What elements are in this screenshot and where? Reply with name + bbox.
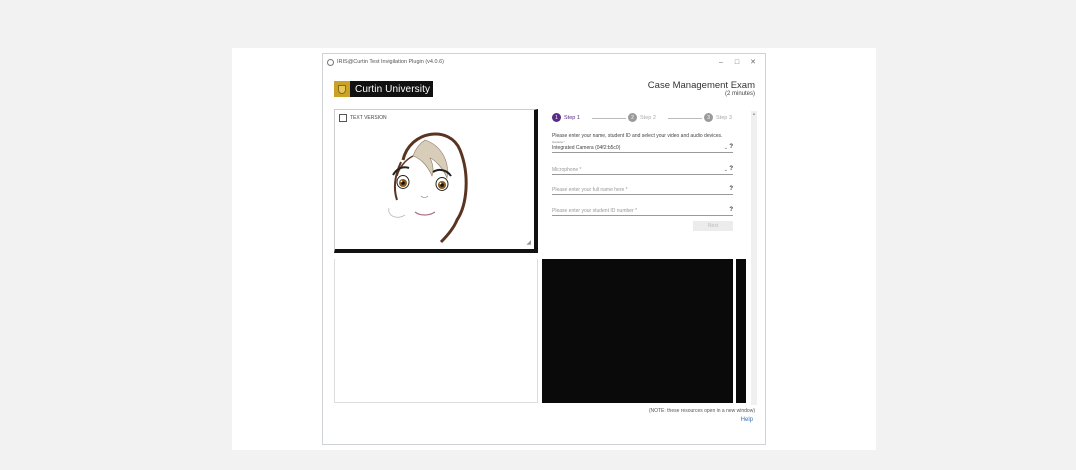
step-connector — [668, 118, 702, 119]
step-connector — [592, 118, 626, 119]
step-3-label: Step 3 — [716, 114, 732, 121]
text-version-checkbox[interactable] — [339, 114, 347, 122]
camera-label: Camera * — [552, 140, 565, 144]
microphone-placeholder: Microphone * — [552, 167, 582, 173]
full-name-help-icon[interactable]: ? — [729, 186, 733, 192]
app-icon — [327, 58, 334, 66]
form-scrollbar[interactable]: ▲ — [751, 111, 757, 405]
camera-help-icon[interactable]: ? — [729, 144, 733, 150]
logo-text: Curtin University — [355, 83, 431, 95]
exam-header: Curtin University Case Management Exam (… — [323, 70, 765, 106]
crest-icon — [334, 81, 350, 97]
help-link[interactable]: Help — [741, 417, 753, 423]
minimize-button[interactable]: – — [713, 59, 729, 66]
university-logo: Curtin University — [334, 81, 433, 97]
scroll-up-icon[interactable]: ▲ — [751, 111, 757, 117]
student-id-help-icon[interactable]: ? — [729, 207, 733, 213]
close-button[interactable]: ✕ — [745, 58, 761, 66]
title-bar: IRIS@Curtin Test Invigilation Plugin (v4… — [323, 54, 765, 70]
exam-duration: (2 minutes) — [724, 91, 755, 97]
next-button[interactable]: Next — [693, 221, 733, 231]
step-2-number: 2 — [628, 113, 637, 122]
student-id-placeholder: Please enter your student ID number * — [552, 208, 638, 214]
webcam-preview-strip — [736, 259, 746, 403]
step-1: 1 Step 1 — [552, 113, 580, 122]
full-name-placeholder: Please enter your full name here * — [552, 187, 628, 193]
camera-select[interactable]: Camera * Integrated Camera (04f2:b5c0) ⌄… — [552, 140, 733, 153]
avatar-face-illustration — [388, 132, 468, 244]
registration-form: 1 Step 1 2 Step 2 3 Step 3 Please enter … — [550, 109, 753, 251]
resource-panel — [334, 259, 538, 403]
microphone-select[interactable]: Microphone * ⌄ ? — [552, 164, 733, 175]
student-id-input[interactable]: Please enter your student ID number * ? — [552, 205, 733, 216]
microphone-help-icon[interactable]: ? — [729, 166, 733, 172]
step-1-label: Step 1 — [564, 114, 580, 121]
window-controls: – □ ✕ — [713, 54, 761, 70]
avatar-panel: TEXT VERSION ◢ — [334, 109, 538, 253]
step-2-label: Step 2 — [640, 114, 656, 121]
resource-note: (NOTE: these resources open in a new win… — [648, 408, 755, 414]
step-indicator: 1 Step 1 2 Step 2 3 Step 3 — [552, 113, 748, 123]
exam-title: Case Management Exam — [647, 80, 755, 91]
webcam-preview — [542, 259, 733, 403]
step-3-number: 3 — [704, 113, 713, 122]
step-1-number: 1 — [552, 113, 561, 122]
resize-handle-icon[interactable]: ◢ — [526, 239, 531, 246]
chevron-down-icon: ⌄ — [723, 145, 728, 151]
step-2: 2 Step 2 — [628, 113, 656, 122]
maximize-button[interactable]: □ — [729, 59, 745, 66]
full-name-input[interactable]: Please enter your full name here * ? — [552, 184, 733, 195]
window-title: IRIS@Curtin Test Invigilation Plugin (v4… — [337, 59, 444, 65]
form-instructions: Please enter your name, student ID and s… — [552, 133, 723, 139]
camera-value: Integrated Camera (04f2:b5c0) — [552, 145, 621, 151]
plugin-window: IRIS@Curtin Test Invigilation Plugin (v4… — [322, 53, 766, 445]
chevron-down-icon: ⌄ — [723, 167, 728, 173]
step-3: 3 Step 3 — [704, 113, 732, 122]
